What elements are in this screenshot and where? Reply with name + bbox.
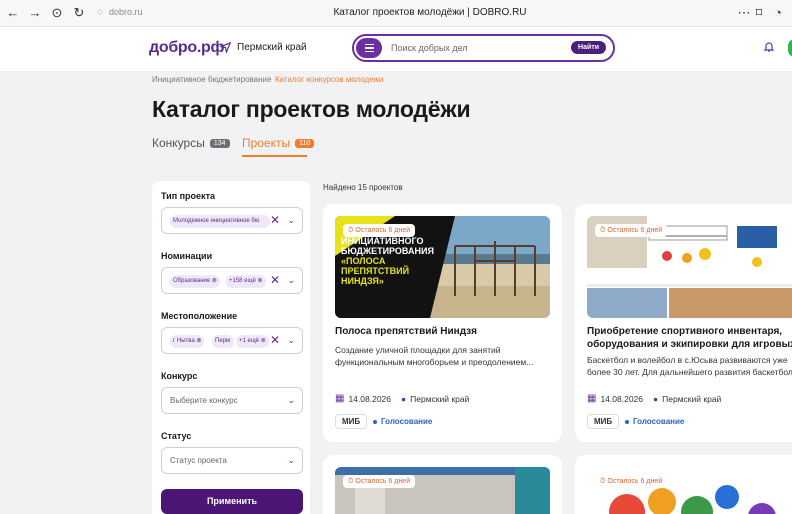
clear-icon[interactable]: ✕: [270, 334, 280, 346]
project-title[interactable]: Полоса препятствий Ниндзя: [335, 325, 555, 338]
breadcrumb-separator: /: [267, 75, 270, 84]
image-caption: ИНИЦИАТИВНОГО БЮДЖЕТИРОВАНИЯ «ПОЛОСА ПРЕ…: [341, 236, 434, 286]
deadline-badge: ⏱ Осталось 6 дней: [595, 224, 668, 237]
site-logo[interactable]: добро.рф: [149, 39, 224, 57]
status-placeholder: Статус проекта: [170, 456, 227, 465]
filter-status-label: Статус: [161, 431, 192, 441]
bell-icon[interactable]: [763, 41, 777, 55]
location-pin-icon: ●: [653, 393, 659, 404]
project-date: 14.08.2026: [600, 393, 643, 404]
project-image[interactable]: ⏱ Осталось 6 дней: [587, 467, 792, 514]
results-count: Найдено 15 проектов: [323, 183, 403, 192]
project-meta: ▦ 14.08.2026 ● Пермский край: [335, 393, 469, 404]
status-badge: Голосование: [373, 417, 432, 426]
project-card[interactable]: ⏱ Осталось 6 дней Приобретение спортивно…: [575, 204, 792, 442]
project-card[interactable]: ⏱ Осталось 6 дней: [323, 455, 562, 514]
filter-panel: Тип проекта Молодежное инициативное бю ✕…: [152, 181, 310, 514]
menu-button[interactable]: [356, 38, 382, 58]
contest-select[interactable]: Выберите конкурс ⌄: [161, 387, 303, 414]
project-image[interactable]: ⏱ Осталось 6 дней: [335, 467, 550, 514]
filter-contest-label: Конкурс: [161, 371, 198, 381]
filter-chip[interactable]: +158 ещё ⊗: [226, 275, 266, 288]
region-selector[interactable]: Пермский край: [220, 42, 307, 53]
search-button[interactable]: Найти: [571, 41, 606, 54]
nominations-select[interactable]: Образование ⊗ +158 ещё ⊗ ✕ ⌄: [161, 267, 303, 294]
location-arrow-icon: [220, 42, 231, 53]
breadcrumb-item-budget[interactable]: Инициативное бюджетирование: [152, 75, 271, 84]
status-badge: Голосование: [625, 417, 684, 426]
location-select[interactable]: г Нытва ⊗ Перм +1 ещё ⊗ ✕ ⌄: [161, 327, 303, 354]
tab-contests[interactable]: Конкурсы 134: [152, 136, 230, 150]
more-icon[interactable]: ⋯: [737, 6, 751, 20]
chevron-down-icon[interactable]: ⌄: [287, 335, 295, 346]
avatar[interactable]: [788, 39, 792, 57]
project-region: Пермский край: [662, 393, 722, 404]
chevron-down-icon[interactable]: ⌄: [287, 455, 295, 466]
tab-contests-count: 134: [209, 138, 230, 148]
profile-icon[interactable]: ◔: [771, 6, 785, 20]
project-meta: ▦ 14.08.2026 ● Пермский край: [587, 393, 721, 404]
search-input[interactable]: Поиск добрых дел: [391, 43, 468, 53]
project-tag: МИБ: [587, 414, 620, 429]
filter-chip[interactable]: г Нытва ⊗: [170, 335, 205, 348]
tab-projects-count: 110: [295, 138, 315, 148]
project-image[interactable]: ИНИЦИАТИВНОГО БЮДЖЕТИРОВАНИЯ «ПОЛОСА ПРЕ…: [335, 216, 550, 318]
deadline-badge: ⏱ Осталось 6 дней: [343, 475, 416, 488]
filter-chip[interactable]: +1 ещё ⊗: [236, 335, 269, 348]
calendar-icon: ▦: [335, 393, 345, 404]
project-description: Баскетбол и волейбол в с.Юсьва развивают…: [587, 355, 792, 377]
site-header: добро.рф Пермский край Поиск добрых дел …: [0, 27, 792, 71]
filter-nominations-label: Номинации: [161, 251, 213, 261]
project-image[interactable]: ⏱ Осталось 6 дней: [587, 216, 792, 318]
filter-chip[interactable]: Молодежное инициативное бю: [170, 215, 270, 228]
project-title[interactable]: Приобретение спортивного инвентаря, обор…: [587, 325, 792, 351]
project-date: 14.08.2026: [348, 393, 391, 404]
page-title: Каталог проектов молодёжи: [152, 96, 471, 122]
search-bar: Поиск добрых дел Найти: [352, 34, 615, 62]
filter-chip[interactable]: Образование ⊗: [170, 275, 220, 288]
browser-title: Каталог проектов молодёжи | DOBRO.RU: [333, 7, 527, 18]
contest-placeholder: Выберите конкурс: [170, 396, 238, 405]
deadline-badge: ⏱ Осталось 6 дней: [343, 224, 416, 237]
status-select[interactable]: Статус проекта ⌄: [161, 447, 303, 474]
browser-toolbar: ← → ⊙ ↻ ◌ dobro.ru Каталог проектов моло…: [0, 0, 792, 27]
clear-icon[interactable]: ✕: [270, 274, 280, 286]
project-card[interactable]: ИНИЦИАТИВНОГО БЮДЖЕТИРОВАНИЯ «ПОЛОСА ПРЕ…: [323, 204, 562, 442]
project-tag: МИБ: [335, 414, 368, 429]
tab-projects[interactable]: Проекты 110: [242, 136, 315, 150]
filter-type-label: Тип проекта: [161, 191, 215, 201]
filter-location-label: Местоположение: [161, 311, 238, 321]
chevron-down-icon[interactable]: ⌄: [287, 395, 295, 406]
location-pin-icon: ●: [401, 393, 407, 404]
deadline-badge: ⏱ Осталось 6 дней: [595, 475, 668, 488]
chevron-down-icon[interactable]: ⌄: [287, 215, 295, 226]
bookmark-icon[interactable]: ⌑: [752, 6, 766, 20]
project-description: Создание уличной площадки для занятий фу…: [335, 345, 534, 367]
tab-contests-label: Конкурсы: [152, 136, 205, 150]
chevron-down-icon[interactable]: ⌄: [287, 275, 295, 286]
calendar-icon: ▦: [587, 393, 597, 404]
clear-icon[interactable]: ✕: [270, 214, 280, 226]
breadcrumb-item-current[interactable]: Каталог конкурсов молодежи: [275, 75, 383, 84]
region-label: Пермский край: [237, 42, 307, 53]
tab-projects-label: Проекты: [242, 136, 291, 150]
project-region: Пермский край: [410, 393, 470, 404]
project-card[interactable]: ⏱ Осталось 6 дней: [575, 455, 792, 514]
active-tab-indicator: [242, 155, 307, 157]
project-type-select[interactable]: Молодежное инициативное бю ✕ ⌄: [161, 207, 303, 234]
apply-button[interactable]: Применить: [161, 489, 303, 514]
filter-chip[interactable]: Перм: [212, 335, 234, 348]
